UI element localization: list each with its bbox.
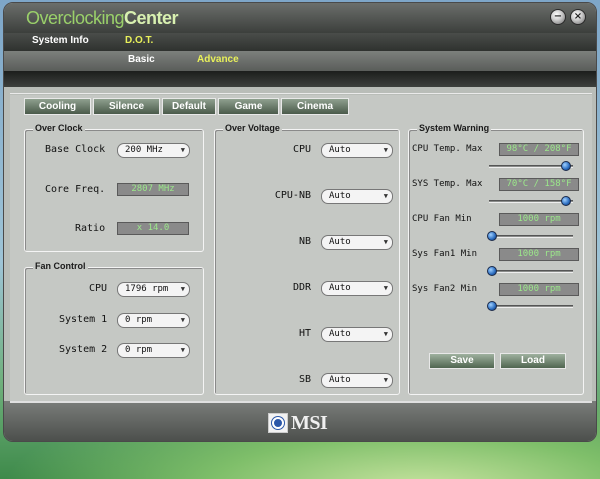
warn-sys-fan2-display: 1000 rpm — [499, 283, 579, 296]
dropdown-arrow-icon: ▼ — [383, 330, 388, 338]
fan-control-title: Fan Control — [33, 261, 88, 271]
dropdown-arrow-icon: ▼ — [383, 376, 388, 384]
dropdown-arrow-icon: ▼ — [180, 146, 185, 154]
advance-panel: Cooling Silence Default Game Cinema Over… — [10, 95, 592, 401]
warn-sys-fan1-slider[interactable] — [489, 270, 573, 273]
system-warning-group: System Warning CPU Temp. Max 98°C / 208°… — [408, 123, 584, 395]
fan-system1-label: System 1 — [59, 314, 108, 325]
app-title: OverclockingCenter — [26, 8, 179, 29]
warn-cpu-fan-slider[interactable] — [489, 235, 573, 238]
warn-cpu-fan-display: 1000 rpm — [499, 213, 579, 226]
voltage-nb-label: NB — [298, 236, 311, 247]
fan-cpu-select[interactable]: 1796 rpm ▼ — [117, 282, 190, 297]
tab-basic[interactable]: Basic — [128, 54, 155, 65]
divider-line — [10, 93, 592, 94]
app-title-part2: Center — [124, 8, 179, 28]
fan-system2-select[interactable]: 0 rpm ▼ — [117, 343, 190, 358]
slider-knob-icon[interactable] — [561, 161, 572, 171]
dropdown-arrow-icon: ▼ — [180, 316, 185, 324]
over-clock-title: Over Clock — [33, 123, 85, 133]
warn-sys-fan2-label: Sys Fan2 Min — [412, 284, 478, 294]
msi-logo: MSI — [268, 411, 328, 434]
preset-cinema-button[interactable]: Cinema — [281, 98, 349, 115]
over-clock-group: Over Clock Base Clock 200 MHz ▼ Core Fre… — [24, 123, 204, 252]
slider-knob-icon[interactable] — [487, 266, 498, 276]
voltage-ddr-value: Auto — [329, 283, 351, 293]
voltage-ddr-label: DDR — [292, 282, 311, 293]
voltage-cpu-nb-select[interactable]: Auto ▼ — [321, 189, 393, 204]
over-voltage-group: Over Voltage CPU Auto ▼ CPU-NB Auto ▼ NB… — [214, 123, 400, 395]
warn-sys-temp-display: 70°C / 158°F — [499, 178, 579, 191]
over-voltage-title: Over Voltage — [223, 123, 282, 133]
fan-system2-label: System 2 — [59, 344, 108, 355]
slider-knob-icon[interactable] — [561, 196, 572, 206]
dropdown-arrow-icon: ▼ — [383, 192, 388, 200]
warn-sys-fan1-display: 1000 rpm — [499, 248, 579, 261]
fan-cpu-label: CPU — [89, 283, 108, 294]
warn-cpu-fan-label: CPU Fan Min — [412, 214, 472, 224]
msi-logo-icon — [268, 413, 288, 433]
core-freq-label: Core Freq. — [45, 184, 106, 195]
fan-cpu-value: 1796 rpm — [125, 284, 169, 294]
voltage-nb-select[interactable]: Auto ▼ — [321, 235, 393, 250]
voltage-ht-select[interactable]: Auto ▼ — [321, 327, 393, 342]
minimize-icon[interactable]: − — [550, 9, 566, 25]
base-clock-value: 200 MHz — [125, 145, 163, 155]
preset-game-button[interactable]: Game — [218, 98, 279, 115]
sub-tab-bar: Basic Advance — [4, 51, 596, 71]
dropdown-arrow-icon: ▼ — [180, 285, 185, 293]
msi-logo-text: MSI — [291, 411, 328, 434]
dropdown-arrow-icon: ▼ — [383, 238, 388, 246]
main-tab-bar: System Info D.O.T. — [4, 33, 596, 51]
slider-knob-icon[interactable] — [487, 231, 498, 241]
ratio-label: Ratio — [75, 223, 106, 234]
app-window: OverclockingCenter − × System Info D.O.T… — [3, 2, 597, 442]
ratio-display: x 14.0 — [117, 222, 189, 235]
voltage-cpu-nb-label: CPU-NB — [274, 190, 311, 201]
fan-system1-value: 0 rpm — [125, 315, 153, 325]
voltage-ddr-select[interactable]: Auto ▼ — [321, 281, 393, 296]
fan-system1-select[interactable]: 0 rpm ▼ — [117, 313, 190, 328]
voltage-sb-value: Auto — [329, 375, 351, 385]
dropdown-arrow-icon: ▼ — [180, 346, 185, 354]
preset-silence-button[interactable]: Silence — [93, 98, 160, 115]
title-bar: OverclockingCenter − × — [4, 3, 596, 33]
slider-knob-icon[interactable] — [487, 301, 498, 311]
voltage-nb-value: Auto — [329, 237, 351, 247]
system-warning-title: System Warning — [417, 123, 492, 133]
voltage-sb-select[interactable]: Auto ▼ — [321, 373, 393, 388]
close-icon[interactable]: × — [570, 9, 586, 25]
fan-system2-value: 0 rpm — [125, 345, 153, 355]
preset-cooling-button[interactable]: Cooling — [24, 98, 91, 115]
voltage-cpu-label: CPU — [292, 144, 311, 155]
app-title-part1: Overclocking — [26, 8, 125, 28]
load-button[interactable]: Load — [500, 353, 566, 369]
voltage-sb-label: SB — [298, 374, 311, 385]
voltage-ht-label: HT — [298, 328, 311, 339]
voltage-ht-value: Auto — [329, 329, 351, 339]
footer-divider — [10, 401, 592, 403]
voltage-cpu-nb-value: Auto — [329, 191, 351, 201]
tab-dot[interactable]: D.O.T. — [125, 35, 153, 46]
base-clock-label: Base Clock — [45, 144, 106, 155]
dropdown-arrow-icon: ▼ — [383, 284, 388, 292]
fan-control-group: Fan Control CPU 1796 rpm ▼ System 1 0 rp… — [24, 261, 204, 395]
tab-system-info[interactable]: System Info — [32, 35, 89, 46]
preset-default-button[interactable]: Default — [162, 98, 216, 115]
voltage-cpu-value: Auto — [329, 145, 351, 155]
tab-advance[interactable]: Advance — [197, 54, 239, 65]
warn-sys-temp-label: SYS Temp. Max — [412, 179, 483, 189]
warn-sys-fan1-label: Sys Fan1 Min — [412, 249, 478, 259]
dropdown-arrow-icon: ▼ — [383, 146, 388, 154]
voltage-cpu-select[interactable]: Auto ▼ — [321, 143, 393, 158]
save-button[interactable]: Save — [429, 353, 495, 369]
header-divider — [4, 71, 596, 87]
warn-sys-fan2-slider[interactable] — [489, 305, 573, 308]
base-clock-select[interactable]: 200 MHz ▼ — [117, 143, 190, 158]
warn-cpu-temp-display: 98°C / 208°F — [499, 143, 579, 156]
core-freq-display: 2807 MHz — [117, 183, 189, 196]
warn-cpu-temp-label: CPU Temp. Max — [412, 144, 483, 154]
